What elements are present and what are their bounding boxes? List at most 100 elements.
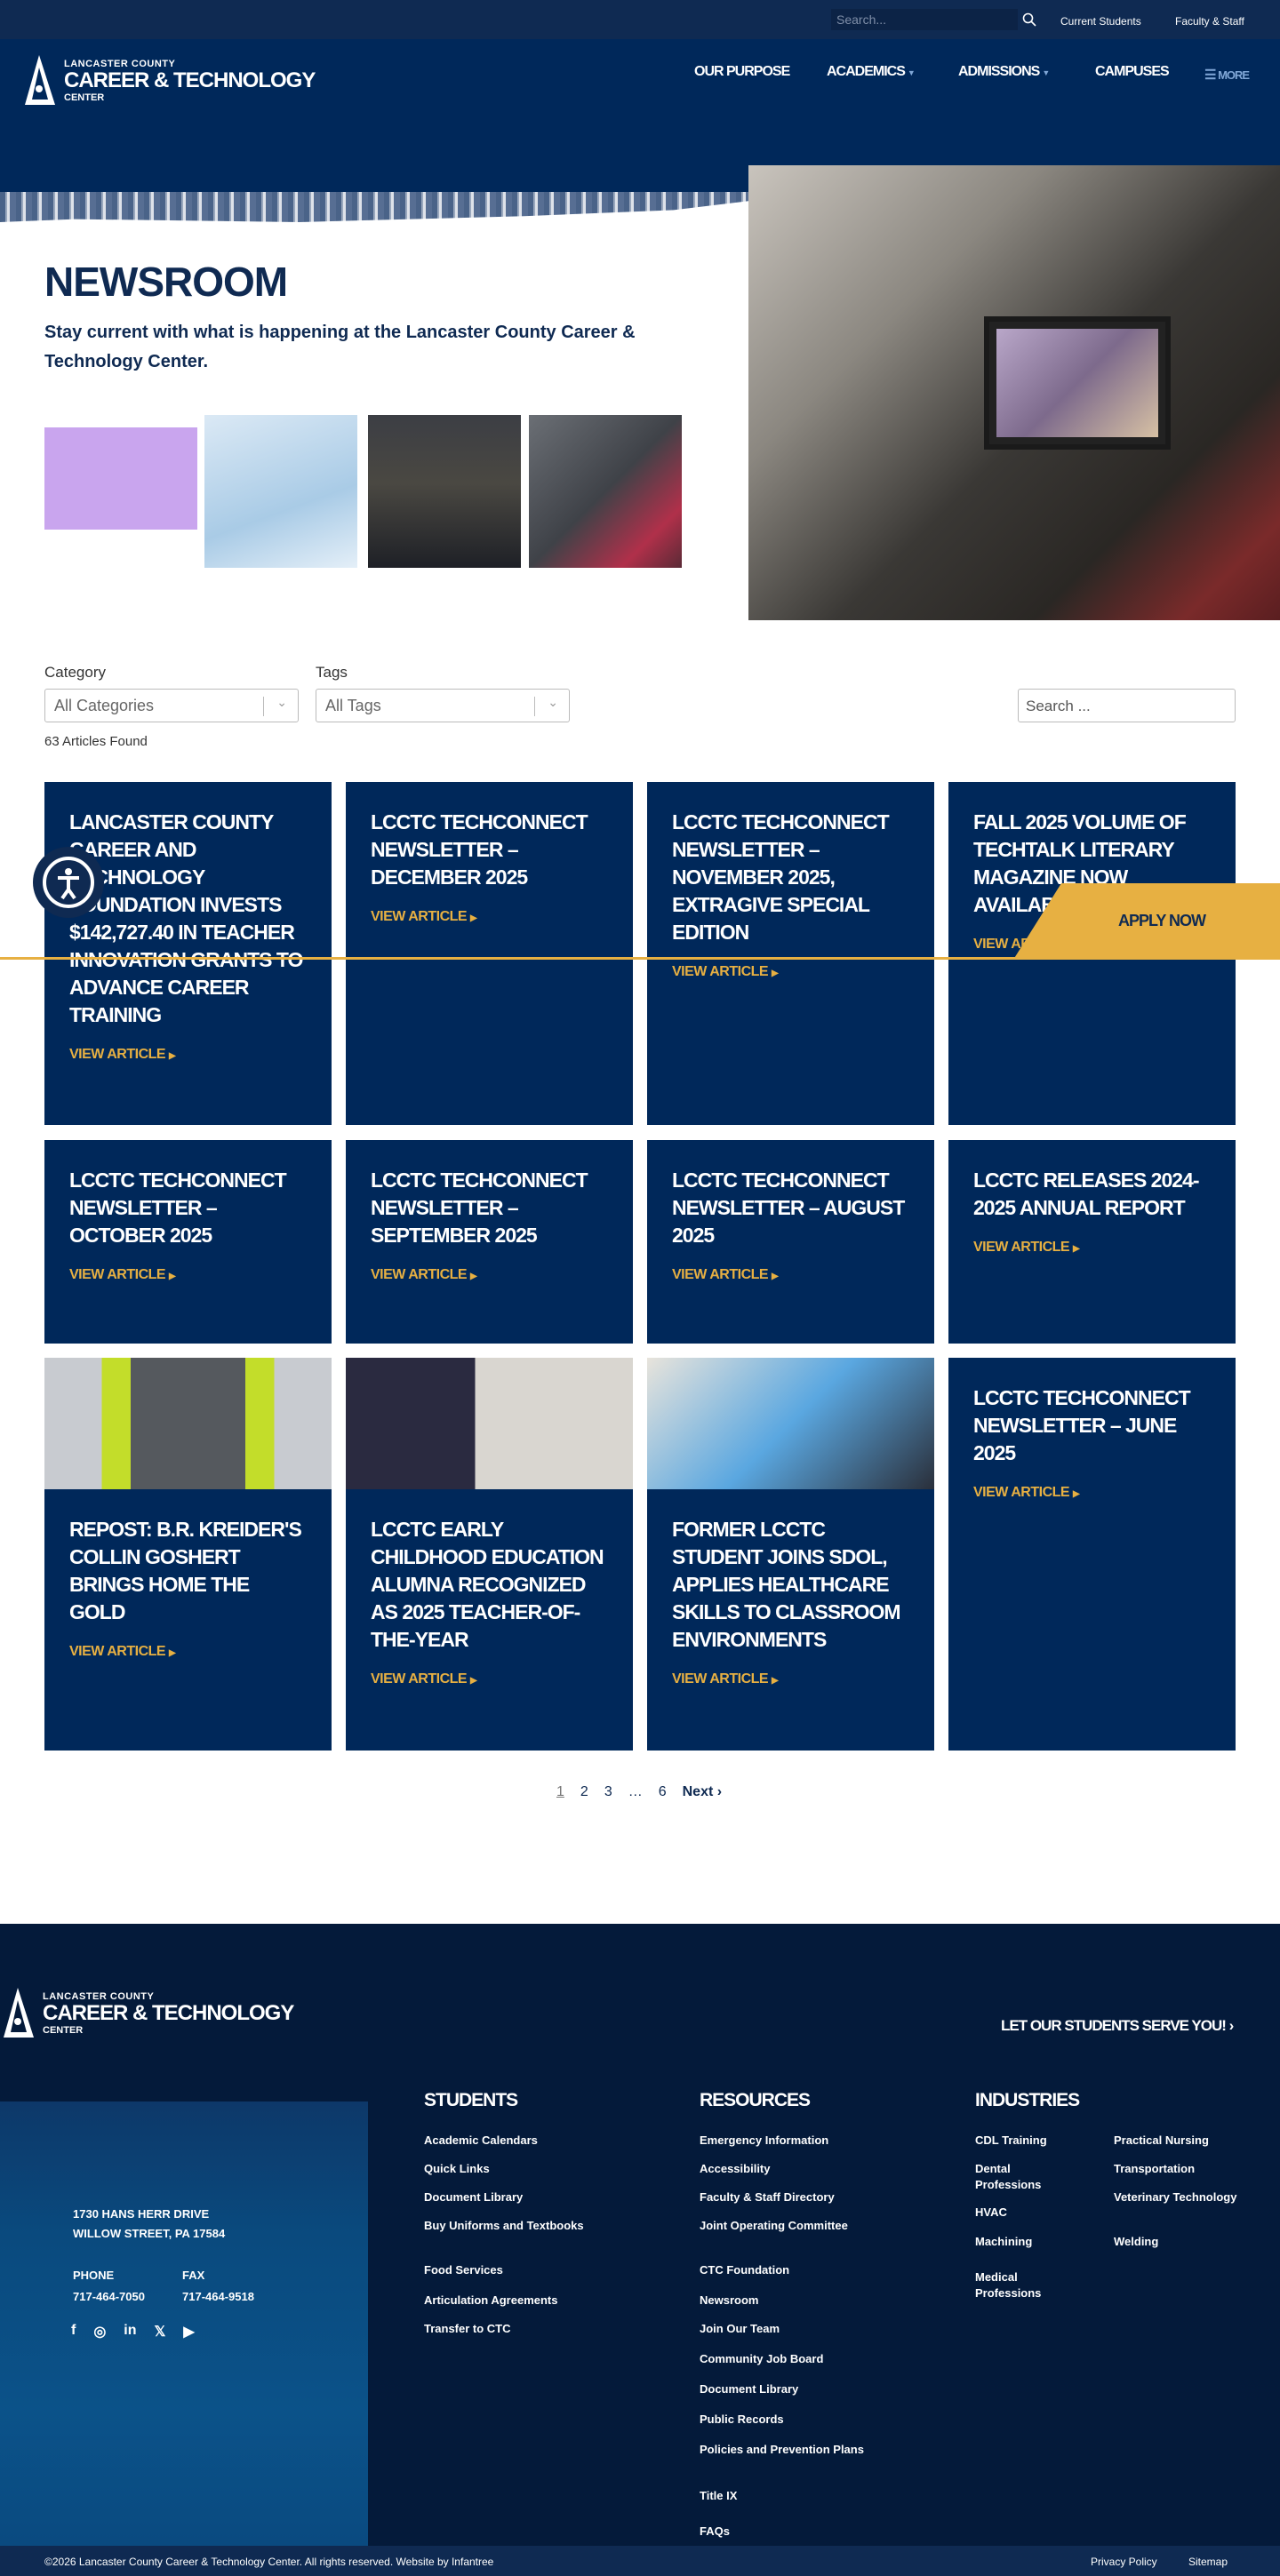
accessibility-button[interactable]	[33, 847, 104, 918]
phone-label: PHONE	[73, 2269, 115, 2282]
linkedin-icon[interactable]: in	[124, 2323, 136, 2341]
footer-link[interactable]: Accessibility	[700, 2161, 877, 2177]
sitemap-link[interactable]: Sitemap	[1188, 2556, 1228, 2568]
footer-link[interactable]: CTC Foundation	[700, 2262, 877, 2278]
pagination: 1 2 3 … 6 Next ›	[556, 1784, 722, 1800]
article-title[interactable]: LCCTC Releases 2024-2025 Annual Report	[948, 1140, 1236, 1222]
nav-academics[interactable]: ACADEMICS ▼	[827, 64, 916, 80]
article-card[interactable]: LCCTC TechConnect Newsletter – August 20…	[647, 1140, 934, 1344]
article-title[interactable]: LCCTC Early Childhood Education Alumna R…	[346, 1489, 633, 1654]
footer-logo[interactable]: LANCASTER COUNTY CAREER & TECHNOLOGY CEN…	[4, 1988, 294, 2038]
article-card[interactable]: LCCTC Early Childhood Education Alumna R…	[346, 1358, 633, 1751]
serve-cta-link[interactable]: LET OUR STUDENTS SERVE YOU! ›	[1001, 2017, 1234, 2035]
page-title: NEWSROOM	[44, 259, 288, 305]
article-card[interactable]: LCCTC TechConnect Newsletter – December …	[346, 782, 633, 1125]
page-6[interactable]: 6	[659, 1784, 667, 1800]
site-search-input[interactable]	[831, 9, 1018, 30]
view-article-link[interactable]: VIEW ARTICLE ▶	[647, 1249, 934, 1283]
footer-link[interactable]: Community Job Board	[700, 2351, 877, 2367]
view-article-link[interactable]: VIEW ARTICLE ▶	[44, 1029, 332, 1063]
footer-link[interactable]: Transfer to CTC	[424, 2321, 584, 2337]
footer-link[interactable]: Join Our Team	[700, 2321, 877, 2337]
article-card[interactable]: LCCTC TechConnect Newsletter – September…	[346, 1140, 633, 1344]
footer-link[interactable]: Document Library	[424, 2189, 584, 2205]
view-article-link[interactable]: VIEW ARTICLE ▶	[346, 1249, 633, 1283]
article-card[interactable]: Former LCCTC Student Joins SDOL, Applies…	[647, 1358, 934, 1751]
article-title[interactable]: Repost: B.R. Kreider's Collin Goshert Br…	[44, 1489, 332, 1626]
social-post-thumbnail[interactable]	[529, 415, 682, 568]
article-card[interactable]: Lancaster County Career and Technology F…	[44, 782, 332, 1125]
footer-link[interactable]: Buy Uniforms and Textbooks	[424, 2218, 584, 2234]
article-card[interactable]: LCCTC TechConnect Newsletter – November …	[647, 782, 934, 1125]
youtube-icon[interactable]: ▶	[183, 2323, 194, 2341]
view-article-link[interactable]: VIEW ARTICLE ▶	[948, 1222, 1236, 1256]
article-title[interactable]: LCCTC TechConnect Newsletter – September…	[346, 1140, 633, 1249]
footer-link[interactable]: Emergency Information	[700, 2133, 877, 2149]
view-article-link[interactable]: VIEW ARTICLE ▶	[44, 1626, 332, 1660]
footer-link[interactable]: Faculty & Staff Directory	[700, 2189, 877, 2205]
x-icon[interactable]: 𝕏	[155, 2323, 166, 2341]
footer-link[interactable]: Document Library	[700, 2381, 877, 2397]
article-card[interactable]: LCCTC Releases 2024-2025 Annual Report VI…	[948, 1140, 1236, 1344]
view-article-link[interactable]: VIEW ARTICLE ▶	[948, 1467, 1236, 1501]
view-article-link[interactable]: VIEW ARTICLE ▶	[647, 946, 934, 980]
logo-line2: CAREER & TECHNOLOGY	[43, 2001, 294, 2025]
phone-link[interactable]: 717-464-7050	[73, 2289, 145, 2305]
article-title[interactable]: LCCTC TechConnect Newsletter – October 2…	[44, 1140, 332, 1249]
nav-campuses[interactable]: CAMPUSES	[1095, 64, 1170, 80]
page-3[interactable]: 3	[604, 1784, 612, 1800]
site-logo[interactable]: LANCASTER COUNTY CAREER & TECHNOLOGY CEN…	[25, 55, 316, 105]
social-post-thumbnail[interactable]	[368, 415, 521, 568]
view-article-link[interactable]: VIEW ARTICLE ▶	[346, 1654, 633, 1687]
nav-our-purpose[interactable]: OUR PURPOSE	[694, 64, 790, 80]
footer-link[interactable]: Veterinary Technology	[1114, 2189, 1238, 2205]
article-card[interactable]: LCCTC TechConnect Newsletter – October 2…	[44, 1140, 332, 1344]
footer-link[interactable]: HVAC	[975, 2205, 1073, 2221]
page-1[interactable]: 1	[556, 1784, 564, 1800]
article-title[interactable]: LCCTC TechConnect Newsletter – August 20…	[647, 1140, 934, 1249]
footer-link[interactable]: Dental Professions	[975, 2161, 1073, 2193]
nav-more[interactable]: ☰ MORE	[1204, 67, 1250, 83]
tags-select[interactable]: All Tags ⌄	[316, 689, 570, 722]
footer-link[interactable]: Academic Calendars	[424, 2133, 584, 2149]
faculty-staff-link[interactable]: Faculty & Staff	[1175, 15, 1244, 28]
article-card[interactable]: Repost: B.R. Kreider's Collin Goshert Br…	[44, 1358, 332, 1751]
article-title[interactable]: LCCTC TechConnect Newsletter – November …	[647, 782, 934, 946]
next-page-link[interactable]: Next ›	[683, 1784, 722, 1800]
view-article-label: VIEW ARTICLE	[371, 909, 468, 924]
privacy-policy-link[interactable]: Privacy Policy	[1091, 2556, 1157, 2568]
search-icon[interactable]	[1022, 12, 1036, 27]
footer-link[interactable]: Medical Professions	[975, 2269, 1073, 2301]
facebook-icon[interactable]: f	[71, 2323, 76, 2341]
footer-link[interactable]: Newsroom	[700, 2293, 877, 2309]
article-title[interactable]: LCCTC TechConnect Newsletter – June 2025	[948, 1358, 1236, 1467]
view-article-link[interactable]: VIEW ARTICLE ▶	[44, 1249, 332, 1283]
article-title[interactable]: LCCTC TechConnect Newsletter – December …	[346, 782, 633, 891]
social-post-thumbnail[interactable]	[204, 415, 357, 568]
monitor-graphic	[984, 316, 1171, 450]
footer-link[interactable]: Articulation Agreements	[424, 2293, 584, 2309]
nav-admissions[interactable]: ADMISSIONS ▼	[958, 64, 1050, 80]
footer-link[interactable]: Practical Nursing	[1114, 2133, 1238, 2149]
footer-link[interactable]: Food Services	[424, 2262, 584, 2278]
view-article-link[interactable]: VIEW ARTICLE ▶	[346, 891, 633, 925]
footer-link[interactable]: CDL Training	[975, 2133, 1073, 2149]
footer-link[interactable]: FAQs	[700, 2524, 877, 2540]
footer-link[interactable]: Welding	[1114, 2234, 1238, 2250]
view-article-link[interactable]: VIEW ARTICLE ▶	[647, 1654, 934, 1687]
article-title[interactable]: Former LCCTC Student Joins SDOL, Applies…	[647, 1489, 934, 1654]
footer-link[interactable]: Joint Operating Committee	[700, 2218, 877, 2234]
footer-link[interactable]: Machining	[975, 2234, 1073, 2250]
current-students-link[interactable]: Current Students	[1060, 15, 1141, 28]
footer-link[interactable]: Policies and Prevention Plans	[700, 2442, 877, 2458]
category-select[interactable]: All Categories ⌄	[44, 689, 299, 722]
article-search-input[interactable]: Search ...	[1018, 689, 1236, 722]
footer-link[interactable]: Title IX	[700, 2488, 877, 2504]
page-2[interactable]: 2	[580, 1784, 588, 1800]
footer-link[interactable]: Public Records	[700, 2412, 877, 2428]
instagram-icon[interactable]: ◎	[93, 2323, 106, 2341]
article-card[interactable]: LCCTC TechConnect Newsletter – June 2025…	[948, 1358, 1236, 1751]
footer-link[interactable]: Transportation	[1114, 2161, 1238, 2177]
social-post-thumbnail[interactable]	[44, 415, 197, 568]
footer-link[interactable]: Quick Links	[424, 2161, 584, 2177]
